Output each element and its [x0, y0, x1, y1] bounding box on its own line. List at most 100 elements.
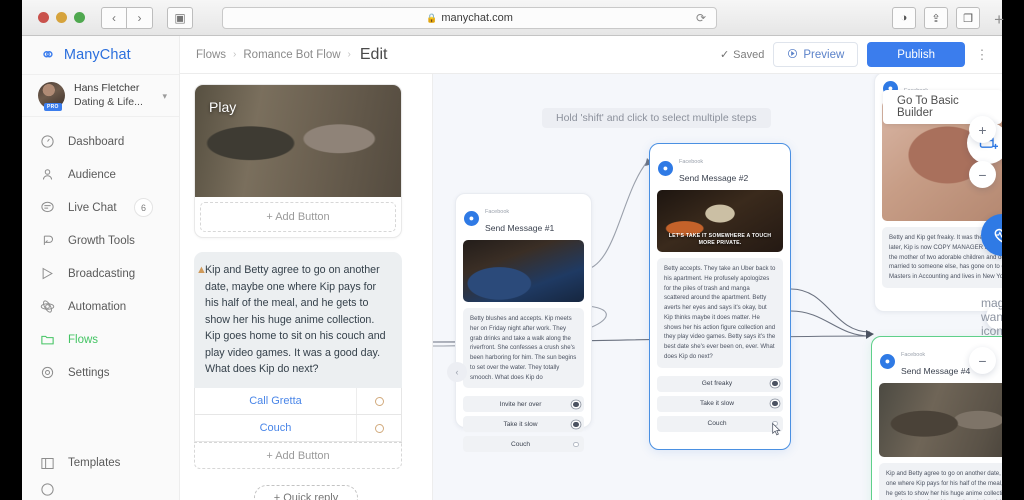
preview-option-row[interactable]: Couch — [194, 415, 402, 443]
close-window-icon[interactable] — [38, 12, 49, 23]
play-circle-icon — [787, 48, 798, 62]
preview-option-row[interactable]: Call Gretta — [194, 388, 402, 416]
node-option[interactable]: Take it slow — [657, 395, 783, 412]
node-message-text: Kip and Betty agree to go on another dat… — [879, 463, 1002, 500]
node-option[interactable]: Take it slow — [463, 416, 584, 433]
node-title: Send Message #2 — [679, 173, 749, 183]
sidebar-item-automation[interactable]: Automation — [22, 290, 179, 323]
preview-message-card: ▲ Kip and Betty agree to go on another d… — [194, 252, 402, 470]
reload-icon[interactable]: ⟳ — [696, 11, 706, 25]
sidebar-item-help[interactable] — [22, 478, 179, 500]
publish-label: Publish — [897, 48, 935, 61]
brand-name: ManyChat — [63, 47, 131, 63]
flow-canvas[interactable]: Hold 'shift' and click to select multipl… — [433, 74, 1002, 500]
profile-name: Hans Fletcher — [74, 82, 140, 95]
manychat-app: ⚭ ManyChat PRO Hans Fletcher Dating & Li… — [22, 36, 1002, 500]
zoom-in-button[interactable]: + — [969, 116, 996, 143]
status-badge: ✓ Saved — [719, 48, 764, 62]
node-option-port[interactable] — [767, 400, 783, 407]
node-option-port[interactable] — [767, 380, 783, 387]
check-icon: ✓ — [719, 49, 730, 61]
node-option-port[interactable] — [568, 421, 584, 427]
preview-panel-content: Play + Add Button ▲ Kip and Betty agree … — [180, 74, 432, 500]
app-header: Flows › Romance Bot Flow › Edit ✓ Saved … — [180, 36, 1002, 74]
avatar: PRO — [38, 82, 65, 111]
flow-node-selected[interactable]: ● Facebook Send Message #2 LET'S TAKE IT… — [649, 143, 791, 450]
sidebar-item-label: Broadcasting — [68, 267, 136, 280]
breadcrumb-flow-name[interactable]: Romance Bot Flow — [243, 49, 340, 61]
sidebar-toggle-icon[interactable]: ▣ — [167, 6, 193, 29]
node-title: Send Message #4 — [901, 366, 971, 376]
sidebar-item-templates[interactable]: Templates — [22, 448, 179, 478]
gif-play-label: Play — [209, 99, 237, 115]
url-bar[interactable]: 🔒 manychat.com ⟳ — [222, 7, 717, 29]
sidebar-item-label: Audience — [68, 168, 116, 181]
gauge-icon — [40, 134, 55, 149]
collapse-left-icon[interactable]: ‹ — [447, 362, 467, 382]
chevron-down-icon[interactable]: ▾ — [162, 91, 167, 102]
quick-reply-button[interactable]: + Quick reply — [254, 485, 358, 500]
sidebar-item-dashboard[interactable]: Dashboard — [22, 125, 179, 158]
contrast-icon[interactable]: ◑ — [892, 7, 916, 29]
node-option-label: Get freaky — [701, 380, 733, 387]
canvas-minimize-button[interactable]: − — [969, 347, 996, 374]
node-option[interactable]: Get freaky — [657, 375, 783, 392]
couple-talking-gif[interactable]: Play — [195, 85, 401, 197]
window-traffic-lights[interactable] — [38, 12, 85, 23]
node-message-text: Betty accepts. They take an Uber back to… — [657, 258, 783, 368]
sidebar-item-growth-tools[interactable]: Growth Tools — [22, 224, 179, 257]
gif-caption: LET'S TAKE IT SOMEWHERE A TOUCH MORE PRI… — [668, 232, 772, 246]
live-chat-count-badge: 6 — [134, 198, 153, 217]
sidebar-item-flows[interactable]: Flows — [22, 323, 179, 356]
template-icon — [40, 456, 55, 471]
breadcrumb-flows[interactable]: Flows — [196, 49, 226, 61]
brand[interactable]: ⚭ ManyChat — [22, 36, 179, 74]
sidebar-item-label: Dashboard — [68, 135, 125, 148]
back-icon[interactable]: ‹ — [101, 6, 127, 29]
sidebar: ⚭ ManyChat PRO Hans Fletcher Dating & Li… — [22, 36, 180, 500]
magnet-icon — [40, 233, 55, 248]
couple-talking-gif[interactable] — [879, 383, 1002, 457]
browser-chrome: ‹ › ▣ ◐ ◉ ⛉ 🔒 manychat.com ⟳ ◑ ⇪ ❐ + — [22, 0, 1004, 36]
node-option-port[interactable] — [767, 420, 783, 427]
circle-outline-icon[interactable] — [356, 388, 401, 415]
node-message-text: Betty blushes and accepts. Kip meets her… — [463, 308, 584, 389]
preview-button[interactable]: Preview — [773, 42, 859, 67]
minimize-window-icon[interactable] — [56, 12, 67, 23]
new-tab-icon[interactable]: + — [994, 10, 1004, 30]
forward-icon[interactable]: › — [127, 6, 153, 29]
messenger-icon: ● — [464, 210, 479, 226]
node-option[interactable]: Couch — [657, 415, 783, 432]
tabs-icon[interactable]: ❐ — [956, 7, 980, 29]
circle-outline-icon[interactable] — [356, 415, 401, 442]
man-in-suit-gif[interactable]: LET'S TAKE IT SOMEWHERE A TOUCH MORE PRI… — [657, 190, 783, 252]
sidebar-item-audience[interactable]: Audience — [22, 158, 179, 191]
sidebar-item-settings[interactable]: Settings — [22, 356, 179, 389]
add-button-2[interactable]: + Add Button — [194, 442, 402, 470]
node-option-label: Couch — [510, 440, 531, 448]
node-option-label: Couch — [707, 420, 727, 427]
sidebar-item-live-chat[interactable]: Live Chat 6 — [22, 191, 179, 224]
node-option-port[interactable] — [568, 441, 584, 447]
publish-button[interactable]: Publish — [867, 42, 965, 67]
warning-triangle-icon: ▲ — [196, 264, 207, 276]
zoom-out-button[interactable]: − — [969, 161, 996, 188]
magic-wand-icon[interactable]: magic-wand-icon — [981, 296, 1002, 338]
preview-option-label: Couch — [259, 422, 292, 435]
kebab-menu-icon[interactable]: ⋮ — [974, 47, 990, 63]
sidebar-item-broadcasting[interactable]: Broadcasting — [22, 257, 179, 290]
profile-switcher[interactable]: PRO Hans Fletcher Dating & Life... ▾ — [22, 74, 179, 117]
flow-node[interactable]: ● Facebook Send Message #1 Betty blushes… — [447, 193, 592, 453]
riverfront-gif[interactable] — [463, 240, 584, 302]
node-platform: Facebook — [901, 352, 926, 358]
browser-nav-buttons[interactable]: ‹ › — [101, 6, 153, 29]
profile-subtitle: Dating & Life... — [74, 95, 143, 108]
node-option[interactable]: Couch — [463, 436, 584, 453]
node-option[interactable]: Invite her over — [463, 396, 584, 413]
sidebar-bottom-nav: Templates — [22, 448, 179, 500]
preview-option-label: Call Gretta — [249, 395, 302, 408]
share-icon[interactable]: ⇪ — [924, 7, 948, 29]
node-option-port[interactable] — [568, 401, 584, 407]
maximize-window-icon[interactable] — [74, 12, 85, 23]
add-button-1[interactable]: + Add Button — [200, 202, 396, 232]
